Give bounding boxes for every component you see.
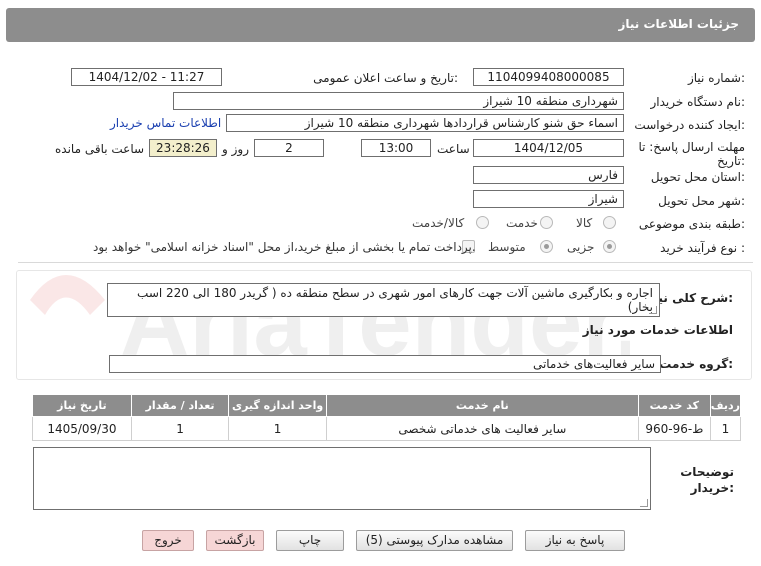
deadline-time-field: 13:00 bbox=[361, 139, 431, 157]
announce-datetime-field: 1404/12/02 - 11:27 bbox=[71, 68, 222, 86]
service-group-label: گروه خدمت: bbox=[659, 357, 733, 371]
description-textarea[interactable]: اجاره و بکارگیری ماشین آلات جهت کارهای ا… bbox=[107, 283, 660, 317]
purchase-type-label: نوع فرآیند خرید : bbox=[660, 241, 745, 255]
buyer-notes-textarea[interactable] bbox=[33, 447, 651, 510]
announce-label: تاریخ و ساعت اعلان عمومی: bbox=[313, 71, 458, 85]
table-row: 1 ط-96-960 سایر فعالیت های خدماتی شخصی 1… bbox=[32, 416, 742, 441]
services-table: ردیف کد خدمت نام خدمت واحد اندازه گیری ت… bbox=[32, 394, 742, 441]
buyer-org-field: شهرداری منطقه 10 شیراز bbox=[173, 92, 624, 110]
col-header-service-code: کد خدمت bbox=[637, 394, 711, 417]
description-text: اجاره و بکارگیری ماشین آلات جهت کارهای ا… bbox=[137, 286, 653, 314]
city-label: شهر محل تحویل: bbox=[658, 194, 745, 208]
category-radio-goods-service[interactable] bbox=[476, 216, 489, 229]
cell-service-code: ط-96-960 bbox=[637, 416, 711, 441]
resize-handle[interactable] bbox=[640, 499, 648, 507]
category-radio-goods[interactable] bbox=[603, 216, 616, 229]
back-button[interactable]: بازگشت bbox=[206, 530, 264, 551]
cell-unit: 1 bbox=[228, 416, 327, 441]
view-attachments-button[interactable]: مشاهده مدارک پیوستی (5) bbox=[356, 530, 513, 551]
creator-field: اسماء حق شنو کارشناس قراردادها شهرداری م… bbox=[226, 114, 624, 132]
table-header-row: ردیف کد خدمت نام خدمت واحد اندازه گیری ت… bbox=[32, 394, 742, 417]
buyer-contact-link[interactable]: اطلاعات تماس خریدار bbox=[110, 116, 221, 130]
purchase-radio-medium[interactable] bbox=[540, 240, 553, 253]
city-field: شیراز bbox=[473, 190, 624, 208]
cell-need-date: 1405/09/30 bbox=[32, 416, 132, 441]
page-header: جزئیات اطلاعات نیاز bbox=[6, 8, 755, 42]
days-remaining-field: 2 bbox=[254, 139, 324, 157]
category-option-service: خدمت bbox=[506, 216, 538, 230]
remaining-time-label: ساعت باقی مانده bbox=[55, 142, 145, 156]
col-header-quantity: تعداد / مقدار bbox=[130, 394, 230, 417]
buyer-notes-label: توضیحات bbox=[680, 465, 734, 479]
category-option-goods: کالا bbox=[576, 216, 593, 230]
page-title: جزئیات اطلاعات نیاز bbox=[618, 17, 739, 31]
province-label: استان محل تحویل: bbox=[650, 170, 745, 184]
buyer-org-label: نام دستگاه خریدار: bbox=[650, 95, 746, 109]
category-radio-service[interactable] bbox=[540, 216, 553, 229]
deadline-label: مهلت ارسال پاسخ: تا bbox=[638, 140, 745, 154]
province-field: فارس bbox=[473, 166, 624, 184]
service-group-field: سایر فعالیت‌های خدماتی bbox=[109, 355, 661, 373]
buyer-notes-label-2: خریدار: bbox=[690, 481, 734, 495]
remaining-time-field: 23:28:26 bbox=[149, 139, 217, 157]
purchase-option-medium: متوسط bbox=[488, 240, 526, 254]
cell-service-name: سایر فعالیت های خدماتی شخصی bbox=[325, 416, 639, 441]
treasury-payment-note: پرداخت تمام یا بخشی از مبلغ خرید،از محل … bbox=[93, 240, 476, 254]
services-section-title: اطلاعات خدمات مورد نیاز bbox=[582, 323, 733, 337]
col-header-row-number: ردیف bbox=[709, 394, 742, 417]
cell-quantity: 1 bbox=[130, 416, 230, 441]
category-option-goods-service: کالا/خدمت bbox=[412, 216, 465, 230]
need-number-label: شماره نیاز: bbox=[687, 71, 745, 85]
reply-button[interactable]: پاسخ به نیاز bbox=[525, 530, 625, 551]
col-header-need-date: تاریخ نیاز bbox=[32, 394, 132, 417]
col-header-unit: واحد اندازه گیری bbox=[228, 394, 327, 417]
need-number-field: 1104099408000085 bbox=[473, 68, 624, 86]
exit-button[interactable]: خروج bbox=[142, 530, 194, 551]
cell-row-number: 1 bbox=[709, 416, 742, 441]
deadline-label-date: تاریخ: bbox=[717, 154, 745, 168]
days-label: روز و bbox=[222, 142, 249, 156]
resize-handle[interactable] bbox=[649, 306, 657, 314]
col-header-service-name: نام خدمت bbox=[325, 394, 639, 417]
purchase-radio-minor[interactable] bbox=[603, 240, 616, 253]
deadline-date-field: 1404/12/05 bbox=[473, 139, 624, 157]
print-button[interactable]: چاپ bbox=[276, 530, 344, 551]
separator bbox=[18, 262, 753, 263]
deadline-time-label: ساعت bbox=[437, 142, 470, 156]
purchase-option-minor: جزیی bbox=[567, 240, 595, 254]
creator-label: ایجاد کننده درخواست: bbox=[634, 118, 745, 132]
category-label: طبقه بندی موضوعی: bbox=[638, 217, 745, 231]
